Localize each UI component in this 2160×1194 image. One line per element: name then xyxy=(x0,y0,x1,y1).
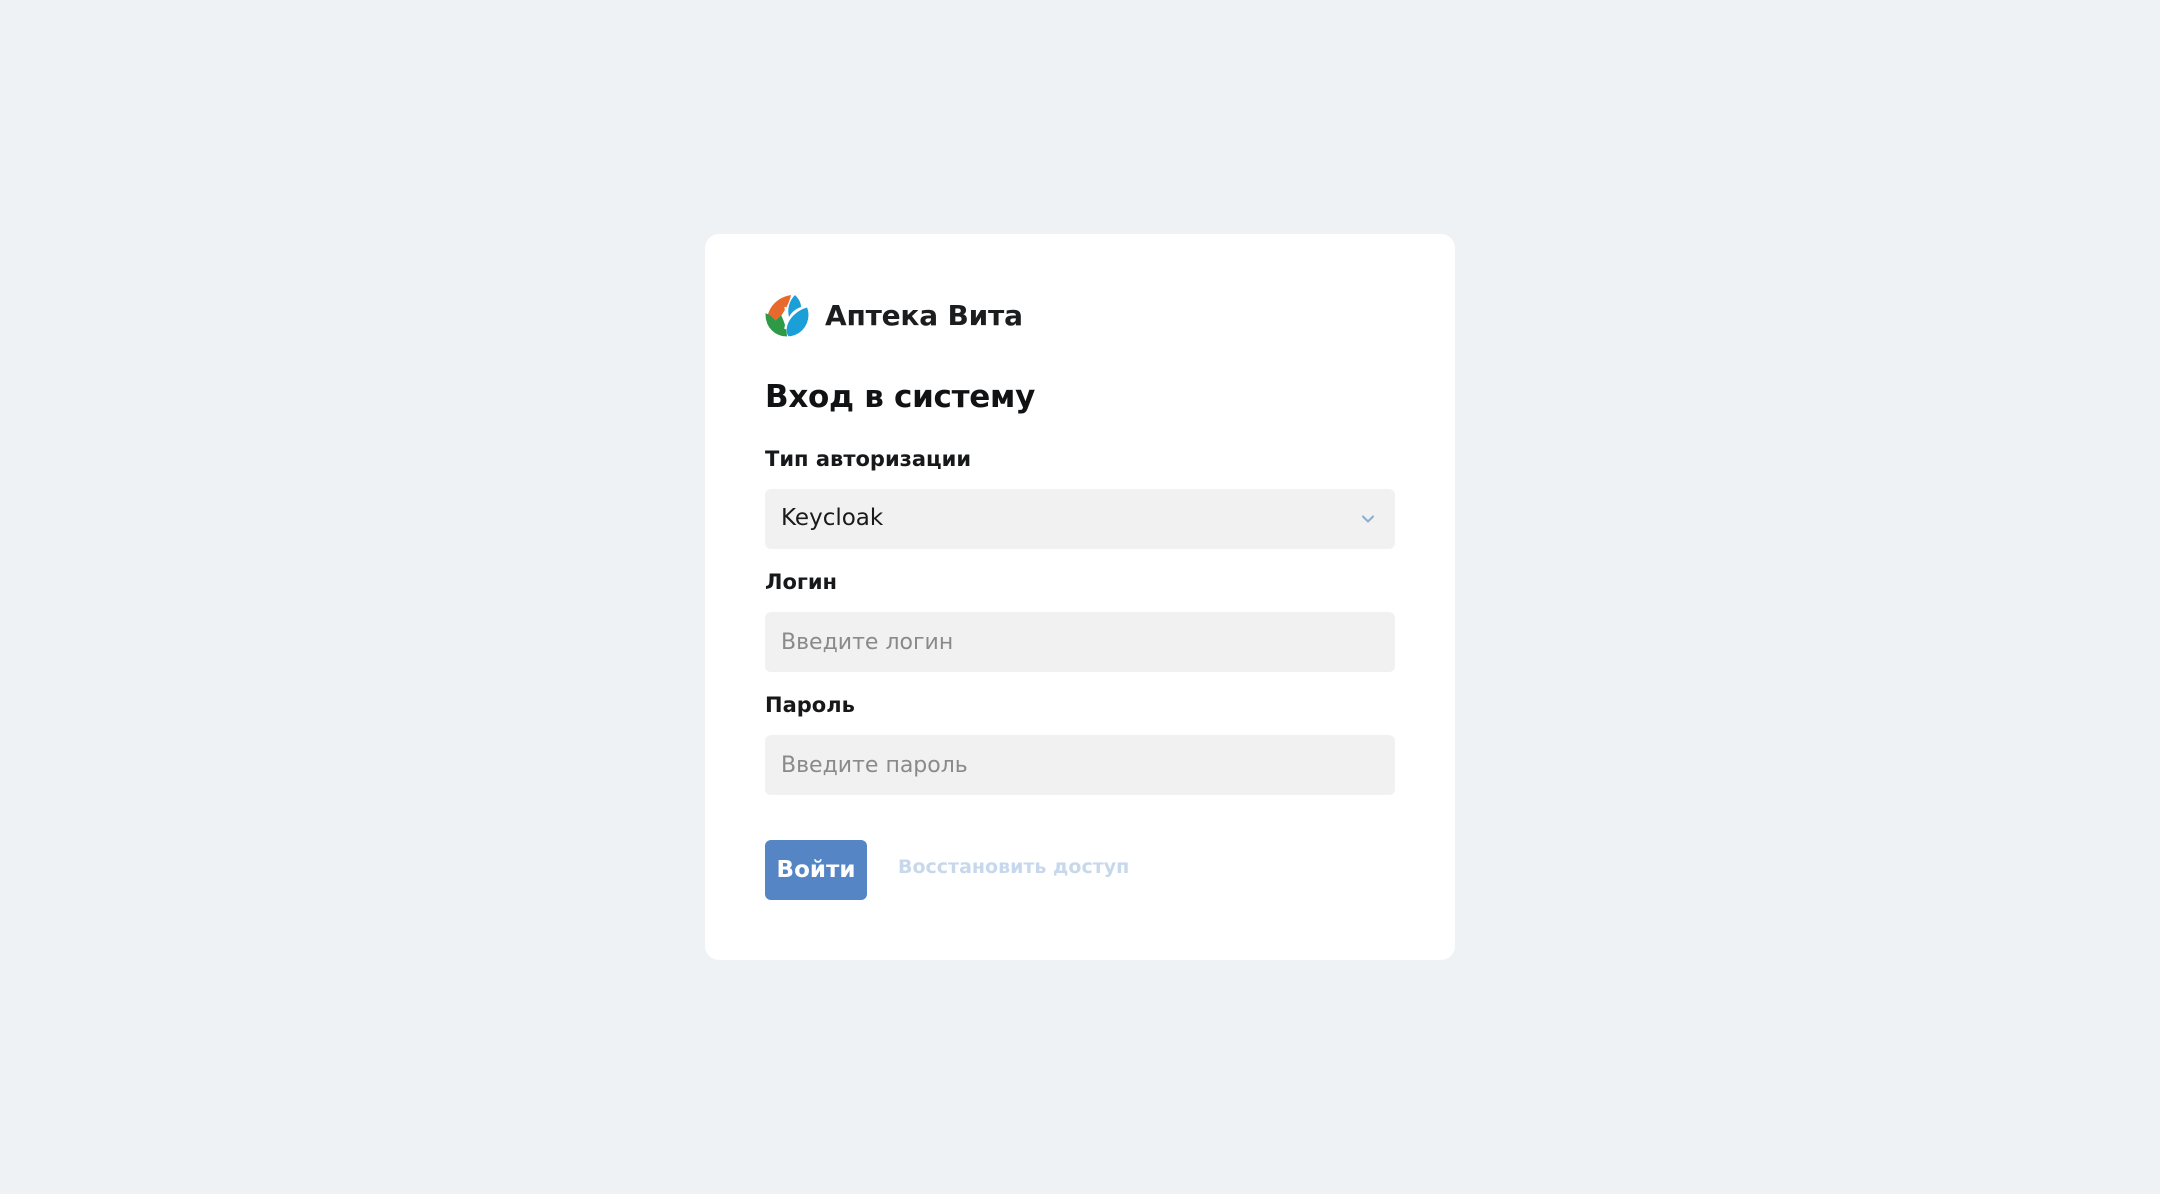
brand-name: Аптека Вита xyxy=(825,298,1023,332)
login-button[interactable]: Войти xyxy=(765,840,867,900)
password-field-container xyxy=(765,735,1395,795)
chevron-down-icon[interactable] xyxy=(1359,510,1377,528)
auth-type-label: Тип авторизации xyxy=(765,447,972,471)
login-label: Логин xyxy=(765,570,838,594)
leaf-globe-logo-icon xyxy=(765,293,809,337)
password-input[interactable] xyxy=(765,735,1395,795)
password-label: Пароль xyxy=(765,693,855,717)
restore-access-link[interactable]: Восстановить доступ xyxy=(898,856,1129,878)
auth-type-selected-value: Keycloak xyxy=(781,505,884,531)
brand: Аптека Вита xyxy=(765,293,1023,337)
auth-type-select[interactable]: Keycloak xyxy=(765,489,1395,549)
page-title: Вход в систему xyxy=(765,379,1035,415)
login-card: Аптека Вита Вход в систему Тип авторизац… xyxy=(705,234,1455,960)
login-input[interactable] xyxy=(765,612,1395,672)
login-field-container xyxy=(765,612,1395,672)
